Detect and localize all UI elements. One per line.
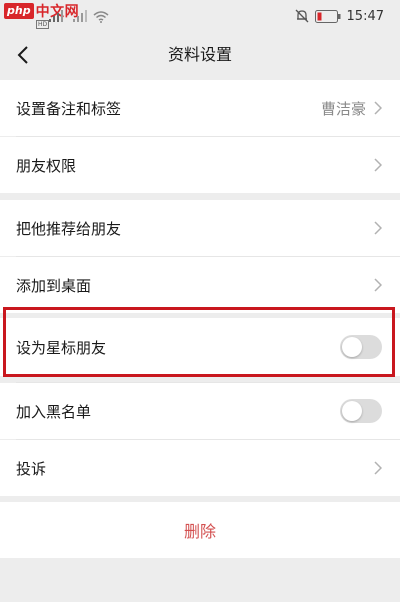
blacklist-label: 加入黑名单 — [16, 402, 92, 421]
status-bar: php 中文网 HD 15:47 — [0, 0, 400, 32]
chevron-right-icon — [374, 278, 382, 292]
complain-label: 投诉 — [16, 459, 47, 478]
nav-bar: 资料设置 — [0, 32, 400, 78]
add-to-desktop-label: 添加到桌面 — [16, 276, 92, 295]
signal-icon — [49, 10, 63, 22]
settings-row-star-friend: 设为星标朋友 — [0, 318, 400, 376]
settings-row-complain[interactable]: 投诉 — [0, 440, 400, 496]
settings-row-blacklist: 加入黑名单 — [0, 383, 400, 439]
signal-icon-secondary — [73, 10, 87, 22]
battery-icon — [314, 9, 341, 23]
chevron-right-icon — [374, 158, 382, 172]
permissions-label: 朋友权限 — [16, 156, 77, 175]
remark-label: 设置备注和标签 — [16, 99, 122, 118]
settings-row-add-to-desktop[interactable]: 添加到桌面 — [0, 257, 400, 313]
remark-value: 曹洁豪 — [320, 99, 366, 118]
star-friend-toggle[interactable] — [340, 335, 382, 359]
wifi-icon — [93, 11, 109, 23]
page-title: 资料设置 — [167, 45, 232, 64]
settings-row-remark[interactable]: 设置备注和标签 曹洁豪 — [0, 80, 400, 136]
settings-row-permissions[interactable]: 朋友权限 — [0, 137, 400, 193]
chevron-right-icon — [374, 221, 382, 235]
status-time: 15:47 — [346, 8, 384, 24]
watermark-logo: php 中文网 — [4, 2, 79, 20]
blacklist-toggle[interactable] — [340, 399, 382, 423]
chevron-left-icon — [17, 46, 28, 64]
watermark-badge: php — [4, 3, 34, 19]
toggle-knob — [342, 401, 362, 421]
star-friend-label: 设为星标朋友 — [16, 338, 107, 357]
chevron-right-icon — [374, 101, 382, 115]
delete-label: 删除 — [183, 522, 216, 541]
mute-icon — [295, 9, 308, 23]
delete-button[interactable]: 删除 — [0, 502, 400, 558]
back-button[interactable] — [8, 40, 38, 70]
chevron-right-icon — [374, 461, 382, 475]
toggle-knob — [342, 337, 362, 357]
recommend-label: 把他推荐给朋友 — [16, 219, 122, 238]
settings-row-recommend[interactable]: 把他推荐给朋友 — [0, 200, 400, 256]
status-right: 15:47 — [295, 7, 384, 25]
